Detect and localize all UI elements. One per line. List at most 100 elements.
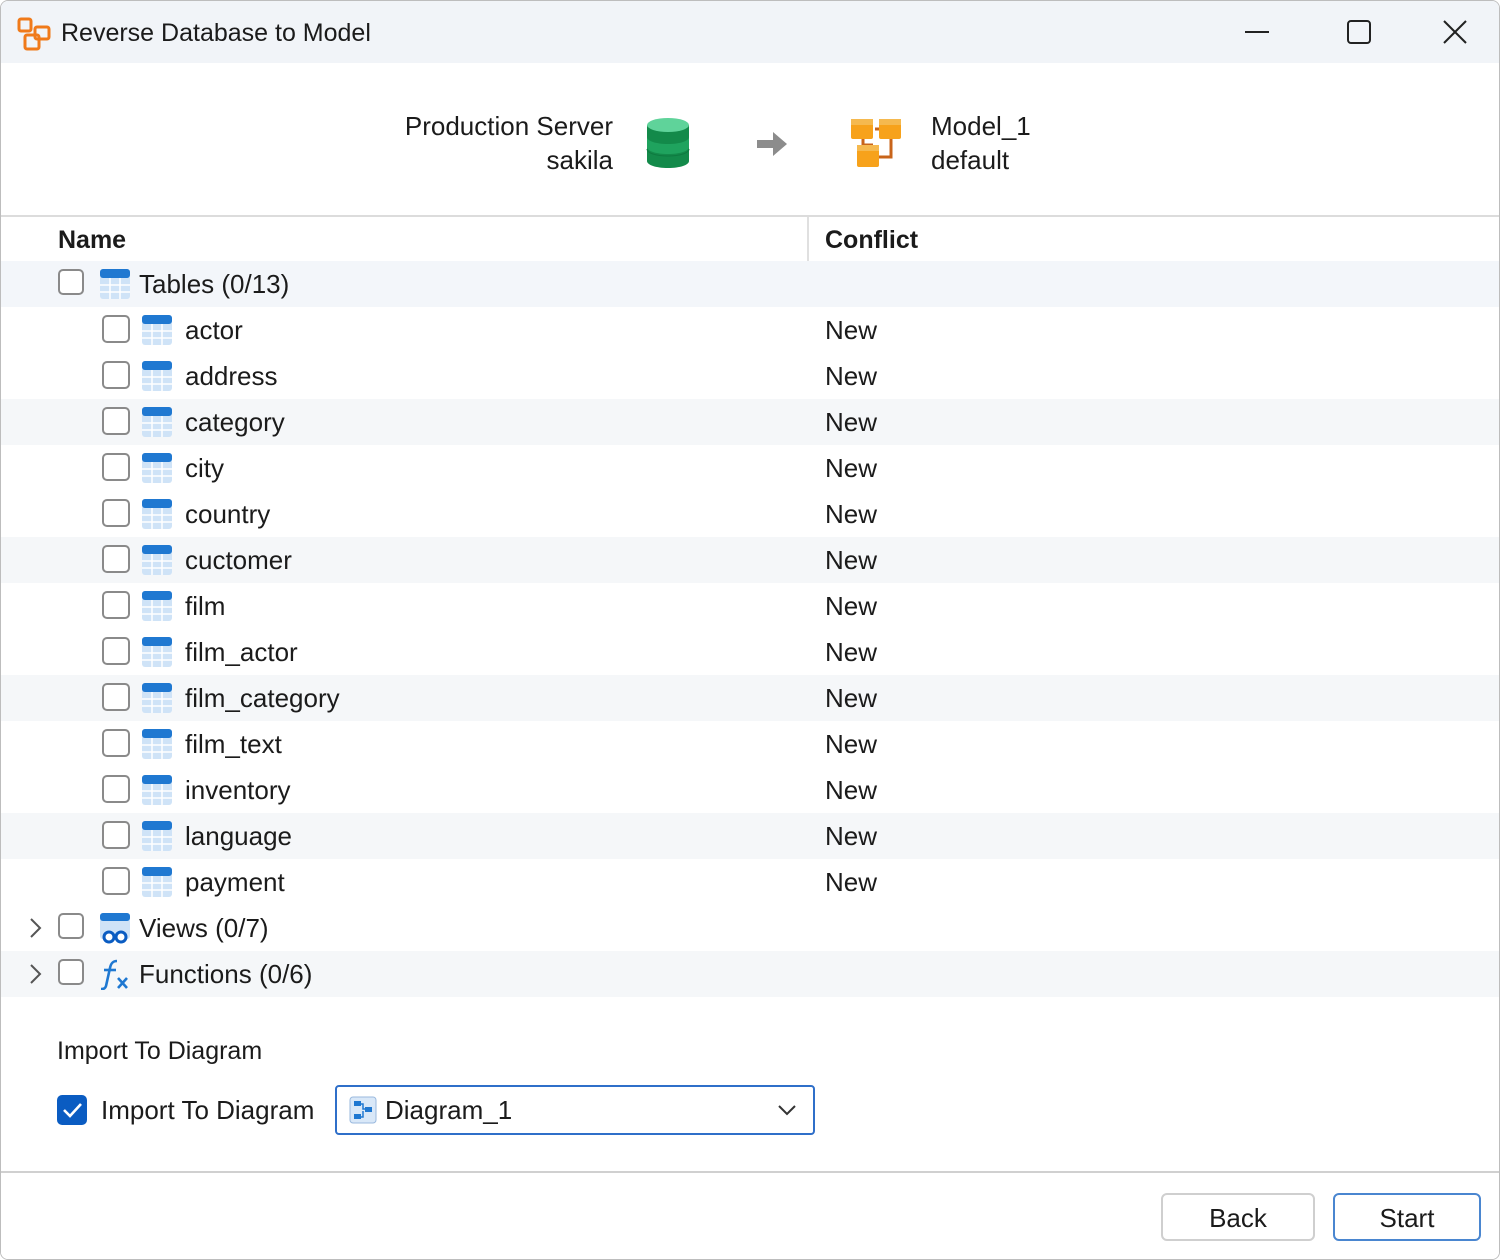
close-button[interactable] — [1411, 1, 1499, 63]
table-row[interactable]: cuctomer New — [1, 537, 1499, 583]
table-icon — [100, 269, 130, 299]
table-conflict: New — [825, 775, 878, 805]
table-checkbox[interactable] — [102, 775, 130, 803]
minimize-button[interactable] — [1207, 1, 1307, 63]
window-title: Reverse Database to Model — [61, 19, 371, 47]
table-checkbox[interactable] — [102, 637, 130, 665]
table-conflict: New — [825, 637, 878, 667]
table-row[interactable]: inventory New — [1, 767, 1499, 813]
column-header: Name Conflict — [1, 217, 1499, 263]
table-name: cuctomer — [185, 545, 292, 575]
table-icon — [142, 407, 172, 437]
table-conflict: New — [825, 729, 878, 759]
table-name: city — [185, 453, 224, 483]
table-name: film_text — [185, 729, 282, 759]
table-name: payment — [185, 867, 285, 897]
column-name-header[interactable]: Name — [58, 226, 126, 255]
table-checkbox[interactable] — [102, 867, 130, 895]
table-row[interactable]: payment New — [1, 859, 1499, 905]
table-icon — [142, 453, 172, 483]
table-icon — [142, 315, 172, 345]
views-group-label: Views (0/7) — [139, 913, 269, 943]
back-button[interactable]: Back — [1161, 1193, 1315, 1241]
import-section-heading: Import To Diagram — [57, 1037, 263, 1065]
table-name: film_actor — [185, 637, 298, 667]
start-button[interactable]: Start — [1333, 1193, 1481, 1241]
table-name: film_category — [185, 683, 340, 713]
table-checkbox[interactable] — [102, 315, 130, 343]
column-divider[interactable] — [807, 217, 809, 263]
arrow-right-icon — [757, 132, 787, 156]
target-info: Model_1 default — [931, 109, 1031, 177]
table-checkbox[interactable] — [102, 729, 130, 757]
functions-group-label: Functions (0/6) — [139, 959, 313, 989]
chevron-right-icon[interactable] — [23, 915, 47, 941]
table-row[interactable]: country New — [1, 491, 1499, 537]
function-icon — [100, 959, 128, 990]
model-icon — [851, 119, 901, 167]
table-name: category — [185, 407, 285, 437]
target-schema-name: default — [931, 145, 1010, 175]
table-icon — [142, 775, 172, 805]
table-checkbox[interactable] — [102, 821, 130, 849]
table-conflict: New — [825, 499, 878, 529]
database-icon — [646, 118, 690, 168]
table-conflict: New — [825, 821, 878, 851]
table-row[interactable]: film_category New — [1, 675, 1499, 721]
views-checkbox[interactable] — [58, 913, 84, 939]
table-checkbox[interactable] — [102, 591, 130, 619]
table-conflict: New — [825, 453, 878, 483]
diagram-select[interactable]: Diagram_1 — [335, 1085, 815, 1135]
table-checkbox[interactable] — [102, 407, 130, 435]
target-model-name: Model_1 — [931, 111, 1031, 141]
table-checkbox[interactable] — [102, 499, 130, 527]
source-info: Production Server sakila — [405, 109, 613, 177]
tables-checkbox[interactable] — [58, 269, 84, 295]
table-icon — [142, 683, 172, 713]
table-conflict: New — [825, 545, 878, 575]
maximize-button[interactable] — [1309, 1, 1409, 63]
table-icon — [142, 545, 172, 575]
table-checkbox[interactable] — [102, 361, 130, 389]
import-to-diagram-checkbox[interactable] — [57, 1095, 87, 1125]
table-name: language — [185, 821, 292, 851]
app-logo-icon — [17, 17, 51, 51]
table-checkbox[interactable] — [102, 683, 130, 711]
table-conflict: New — [825, 591, 878, 621]
minimize-icon — [1245, 31, 1269, 33]
functions-checkbox[interactable] — [58, 959, 84, 985]
chevron-right-icon[interactable] — [23, 961, 47, 987]
source-server-name: Production Server — [404, 111, 613, 141]
table-row[interactable]: address New — [1, 353, 1499, 399]
table-name: inventory — [185, 775, 291, 805]
dialog-footer: Back Start — [1, 1171, 1499, 1259]
tree-group-functions[interactable]: Functions (0/6) — [1, 951, 1499, 997]
reverse-db-dialog: Reverse Database to Model Production Ser… — [0, 0, 1500, 1260]
table-icon — [142, 591, 172, 621]
table-row[interactable]: film New — [1, 583, 1499, 629]
tree-group-tables[interactable]: Tables (0/13) — [1, 261, 1499, 307]
table-icon — [142, 637, 172, 667]
table-name: country — [185, 499, 271, 529]
table-checkbox[interactable] — [102, 545, 130, 573]
table-row[interactable]: actor New — [1, 307, 1499, 353]
table-row[interactable]: category New — [1, 399, 1499, 445]
chevron-down-icon — [778, 1105, 796, 1116]
table-icon — [142, 361, 172, 391]
table-icon — [142, 867, 172, 897]
table-row[interactable]: film_text New — [1, 721, 1499, 767]
table-name: film — [185, 591, 226, 621]
table-row[interactable]: city New — [1, 445, 1499, 491]
import-to-diagram-label[interactable]: Import To Diagram — [101, 1094, 314, 1126]
table-row[interactable]: language New — [1, 813, 1499, 859]
title-bar: Reverse Database to Model — [1, 1, 1499, 63]
table-row[interactable]: film_actor New — [1, 629, 1499, 675]
table-conflict: New — [825, 315, 878, 345]
maximize-icon — [1347, 20, 1371, 44]
close-icon — [1443, 20, 1467, 44]
diagram-select-value: Diagram_1 — [385, 1095, 513, 1125]
table-checkbox[interactable] — [102, 453, 130, 481]
tree-group-views[interactable]: Views (0/7) — [1, 905, 1499, 951]
table-icon — [142, 821, 172, 851]
column-conflict-header[interactable]: Conflict — [825, 226, 918, 255]
